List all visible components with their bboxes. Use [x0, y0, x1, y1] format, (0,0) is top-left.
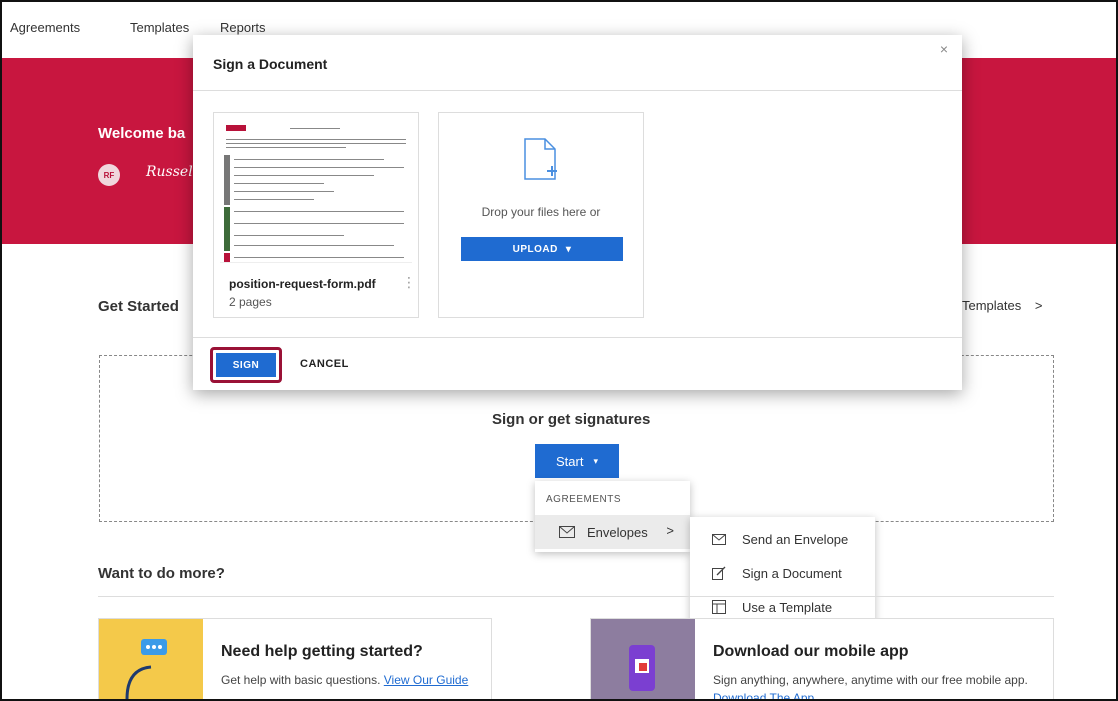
sign-document-dialog: Sign a Document × position-request-form.…	[193, 35, 962, 390]
section-bar	[224, 207, 230, 251]
thumb	[99, 619, 203, 699]
sign-document-icon	[712, 566, 726, 580]
menu-item-label: Send an Envelope	[742, 531, 849, 547]
nav-reports[interactable]: Reports	[220, 20, 266, 35]
file-drop-zone[interactable]: Drop your files here or UPLOAD ▾	[438, 112, 644, 318]
welcome-text: Welcome ba	[98, 125, 186, 142]
divider	[98, 596, 1054, 597]
file-card[interactable]: position-request-form.pdf 2 pages ⋮	[213, 112, 419, 318]
avatar[interactable]: RF	[98, 164, 120, 186]
menu-item-send-envelope[interactable]: Send an Envelope	[712, 527, 848, 551]
close-icon[interactable]: ×	[940, 41, 948, 57]
sign-or-get-heading: Sign or get signatures	[492, 411, 651, 428]
envelope-icon	[559, 526, 575, 538]
templates-link-label: Templates	[962, 298, 1022, 313]
dialog-title: Sign a Document	[213, 56, 328, 72]
menu-item-label: Use a Template	[742, 599, 833, 615]
help-card: Need help getting started? Get help with…	[98, 618, 492, 699]
document-thumbnail	[220, 119, 412, 263]
menu-item-envelopes-label: Envelopes	[587, 524, 648, 540]
phone-app-icon	[629, 645, 655, 691]
nav-templates[interactable]: Templates	[130, 20, 189, 35]
divider	[193, 90, 962, 91]
start-menu: AGREEMENTS Envelopes >	[535, 481, 690, 552]
envelopes-submenu: Send an Envelope Sign a Document Use a T…	[690, 517, 875, 629]
section-bar	[224, 155, 230, 205]
want-more-heading: Want to do more?	[98, 565, 225, 582]
app-window: Agreements Templates Reports Welcome ba …	[0, 0, 1118, 701]
download-app-link[interactable]: Download The App	[713, 691, 814, 699]
template-icon	[712, 600, 726, 614]
card-title: Download our mobile app	[713, 643, 909, 660]
sign-button[interactable]: SIGN	[216, 353, 276, 377]
more-options-icon[interactable]: ⋮	[402, 275, 416, 289]
chevron-right-icon: >	[666, 523, 674, 538]
menu-item-envelopes[interactable]: Envelopes >	[535, 515, 690, 549]
start-button[interactable]: Start ▾	[535, 444, 619, 478]
envelope-icon	[712, 533, 726, 545]
logo	[226, 125, 246, 131]
nav-agreements[interactable]: Agreements	[10, 20, 80, 35]
start-button-label: Start	[556, 453, 584, 469]
templates-link[interactable]: Templates >	[962, 298, 1042, 313]
card-title: Need help getting started?	[221, 643, 423, 660]
section-bar	[224, 253, 230, 262]
cancel-button[interactable]: CANCEL	[300, 358, 349, 370]
add-file-icon	[524, 138, 557, 180]
thumb	[591, 619, 695, 699]
menu-section-agreements: AGREEMENTS	[546, 494, 622, 505]
file-name: position-request-form.pdf	[229, 277, 376, 291]
card-text-body: Sign anything, anywhere, anytime with ou…	[713, 673, 1028, 687]
file-pages: 2 pages	[229, 295, 272, 309]
headset-chat-icon	[125, 639, 167, 699]
upload-button[interactable]: UPLOAD ▾	[461, 237, 623, 261]
sign-button-highlight: SIGN	[210, 347, 282, 383]
card-text: Sign anything, anywhere, anytime with ou…	[713, 671, 1033, 699]
drop-files-text: Drop your files here or	[481, 205, 601, 219]
menu-item-use-template[interactable]: Use a Template	[712, 595, 832, 619]
menu-item-sign-document[interactable]: Sign a Document	[712, 561, 842, 585]
mobile-app-card: Download our mobile app Sign anything, a…	[590, 618, 1054, 699]
divider	[193, 337, 962, 338]
user-signature: Russell	[146, 164, 198, 180]
get-started-heading: Get Started	[98, 298, 179, 315]
upload-button-label: UPLOAD	[512, 243, 558, 255]
menu-item-label: Sign a Document	[742, 565, 842, 581]
card-text-body: Get help with basic questions.	[221, 673, 384, 687]
caret-down-icon: ▾	[593, 455, 598, 466]
view-guide-link[interactable]: View Our Guide	[384, 673, 469, 687]
caret-down-icon: ▾	[565, 243, 572, 255]
chevron-right-icon: >	[1034, 298, 1043, 313]
card-text: Get help with basic questions. View Our …	[221, 671, 481, 689]
